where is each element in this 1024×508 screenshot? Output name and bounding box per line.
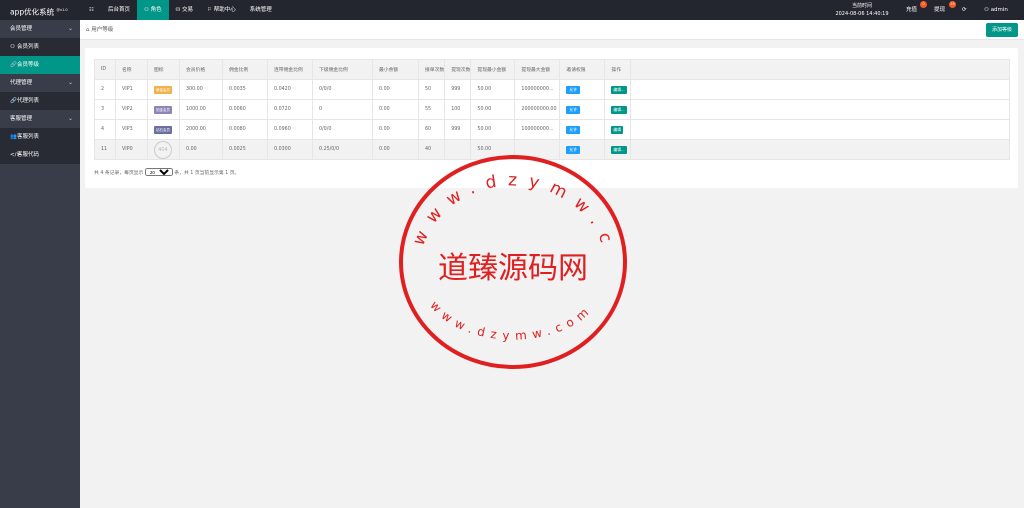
- sidebar-item-member-list[interactable]: ⚇ 会员列表: [0, 38, 80, 56]
- app-version: @v1.0: [56, 8, 68, 12]
- sidebar: 会员管理 ⌄ ⚇ 会员列表 🔗会员等级 代理管理 ⌄ 🔗代理列表 客服管理 ⌄ 👥客服列…: [0, 20, 80, 508]
- level-table: ID 名称 图标 会员价格 佣金比例 连带佣金比例 下级佣金比例 最小余额 接单…: [94, 59, 1010, 160]
- nav-help[interactable]: ⚐ 帮助中心: [200, 0, 243, 20]
- col-orders: 接单次数: [417, 59, 446, 80]
- recharge-count-badge: 0: [920, 1, 927, 8]
- withdraw-link[interactable]: 提现: [934, 0, 945, 20]
- top-navbar: app优化系统 @v1.0 ☷ 后台首页 ⚇ 角色 ⛁ 交易 ⚐ 帮助中心 系统…: [0, 0, 1024, 20]
- breadcrumb: ⌂ 用户等级: [86, 27, 114, 33]
- col-sub-commission: 下级佣金比例: [312, 59, 373, 80]
- page-size-select[interactable]: 20: [144, 168, 173, 176]
- col-name: 名称: [115, 59, 148, 80]
- broken-image-icon: 404: [154, 140, 172, 159]
- level-badge: 黄金会员: [154, 85, 172, 94]
- col-joint-commission: 连带佣金比例: [267, 59, 313, 80]
- level-badge: 钻石会员: [154, 125, 172, 134]
- app-title: app优化系统: [10, 7, 55, 17]
- current-time: 当前时间 2024-08-06 14:40:19: [830, 2, 894, 18]
- table-header-row: ID 名称 图标 会员价格 佣金比例 连带佣金比例 下级佣金比例 最小余额 接单…: [94, 59, 1010, 80]
- recharge-link[interactable]: 充值: [906, 0, 917, 20]
- col-withdraw-min: 提现最小金额: [470, 59, 516, 80]
- page-header: ⌂ 用户等级 添加等级: [80, 20, 1024, 40]
- col-withdraw-max: 提现最大金额: [514, 59, 561, 80]
- nav-trade[interactable]: ⛁ 交易: [169, 0, 200, 20]
- stamp-bottom-text: www.dzymw.com: [427, 298, 595, 343]
- link-icon: 🔗: [10, 98, 17, 104]
- user-icon: ⚇: [10, 44, 15, 50]
- top-nav: ☷ 后台首页 ⚇ 角色 ⛁ 交易 ⚐ 帮助中心 系统管理: [82, 0, 279, 20]
- sidebar-item-agent-list[interactable]: 🔗代理列表: [0, 92, 80, 110]
- stamp-center-text: 道臻源码网: [438, 251, 588, 286]
- user-menu[interactable]: ⚇ admin: [984, 0, 1008, 20]
- time-label: 当前时间: [851, 3, 872, 9]
- col-icon: 图标: [147, 59, 180, 80]
- edit-button[interactable]: 编辑: [611, 125, 623, 134]
- grid-icon: ☷: [89, 7, 94, 13]
- col-min-balance: 最小余额: [372, 59, 419, 80]
- code-icon: </>: [10, 152, 22, 158]
- sidebar-item-service-list[interactable]: 👥客服列表: [0, 128, 80, 146]
- table-row: 2 VIP1 黄金会员 300.00 0.0035 0.0420 0/0/0 0…: [94, 79, 1010, 100]
- nav-system[interactable]: 系统管理: [243, 0, 279, 20]
- invite-perm-badge[interactable]: 允许: [566, 125, 580, 134]
- nav-role[interactable]: ⚇ 角色: [136, 0, 169, 20]
- chevron-down-icon: ⌄: [67, 79, 73, 86]
- edit-button[interactable]: 编辑...: [611, 105, 627, 114]
- user-icon: ⚇: [143, 7, 151, 13]
- users-icon: 👥: [10, 134, 17, 140]
- sidebar-item-member-level[interactable]: 🔗会员等级: [0, 56, 80, 74]
- sidebar-group-service[interactable]: 客服管理 ⌄: [0, 110, 80, 128]
- col-withdraw-times: 提现次数: [444, 59, 472, 80]
- col-commission: 佣金比例: [222, 59, 268, 80]
- invite-perm-badge[interactable]: 允许: [566, 105, 580, 114]
- col-invite-perm: 邀请权限: [559, 59, 606, 80]
- sidebar-group-members[interactable]: 会员管理 ⌄: [0, 20, 80, 38]
- level-badge: 铂金会员: [154, 105, 172, 114]
- withdraw-count-badge: 16: [949, 1, 956, 8]
- col-spacer: [630, 59, 1010, 80]
- col-id: ID: [94, 59, 116, 80]
- chevron-down-icon: ⌄: [67, 115, 73, 122]
- stamp-top-text: www.dzymw.com: [398, 154, 619, 256]
- refresh-icon[interactable]: ⟳: [962, 0, 967, 20]
- invite-perm-badge[interactable]: 允许: [566, 85, 580, 94]
- menu-toggle[interactable]: ☷: [82, 0, 101, 20]
- col-action: 操作: [604, 59, 632, 80]
- user-icon: ⚇: [984, 7, 991, 13]
- edit-button[interactable]: 编辑...: [611, 85, 627, 94]
- col-price: 会员价格: [179, 59, 223, 80]
- chevron-down-icon: ⌄: [67, 25, 73, 32]
- link-icon: 🔗: [10, 62, 17, 68]
- sidebar-item-service-code[interactable]: </>客服代码: [0, 146, 80, 164]
- app-logo[interactable]: app优化系统 @v1.0: [0, 0, 80, 20]
- username: admin: [990, 7, 1008, 13]
- table-row: 3 VIP2 铂金会员 1000.00 0.0060 0.0720 0 0.00…: [94, 99, 1010, 120]
- add-level-button[interactable]: 添加等级: [985, 23, 1018, 37]
- time-value: 2024-08-06 14:40:19: [835, 11, 889, 17]
- sidebar-group-agents[interactable]: 代理管理 ⌄: [0, 74, 80, 92]
- table-row: 4 VIP3 钻石会员 2000.00 0.0080 0.0960 0/0/0 …: [94, 119, 1010, 140]
- nav-home[interactable]: 后台首页: [101, 0, 137, 20]
- watermark-stamp: www.dzymw.com 道臻源码网 www.dzymw.com: [398, 154, 627, 369]
- pagination-info: 共 4 条记录，每页显示 20 条，共 1 页当前显示第 1 页。: [94, 168, 239, 176]
- edit-button[interactable]: 编辑...: [611, 145, 627, 154]
- invite-perm-badge[interactable]: 允许: [566, 145, 580, 154]
- flag-icon: ⚐: [207, 7, 214, 13]
